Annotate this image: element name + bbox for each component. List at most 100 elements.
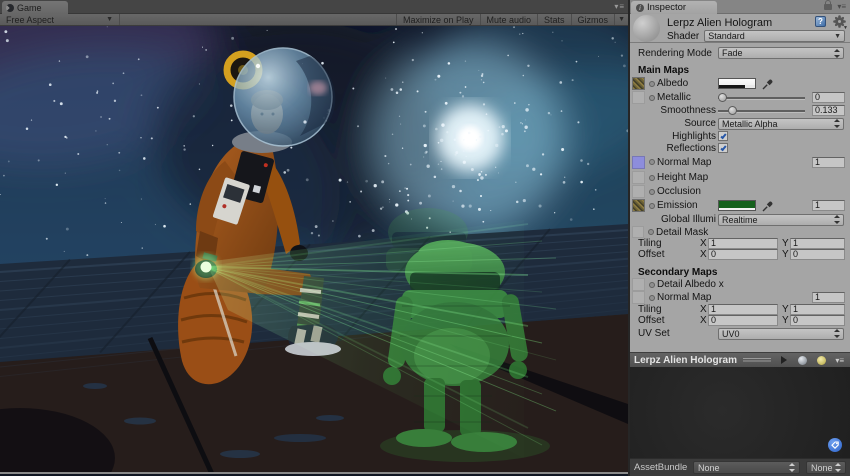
smoothness-row: Smoothness 0.133: [630, 104, 850, 117]
emission-texture-thumb[interactable]: [632, 199, 645, 212]
detail-albedo-label: Detail Albedo x: [657, 279, 724, 290]
inspector-tabstrip: i Inspector ▾≡: [630, 0, 850, 14]
metallic-picker-icon[interactable]: [649, 94, 655, 101]
detail-albedo-picker-icon[interactable]: [649, 281, 655, 288]
axis-x-label: X: [700, 249, 707, 260]
occlusion-row: Occlusion: [630, 185, 850, 198]
reflections-checkbox[interactable]: [718, 143, 728, 153]
highlights-checkbox[interactable]: [718, 131, 728, 141]
secondary-offset-y-field[interactable]: 0: [790, 315, 845, 326]
normal-map-value-field[interactable]: 1: [812, 156, 845, 168]
preview-header[interactable]: Lerpz Alien Hologram ▾≡: [630, 352, 850, 367]
preview-viewport[interactable]: [630, 367, 850, 458]
game-tab-label: Game: [17, 2, 42, 13]
uv-set-value: UV0: [722, 328, 740, 339]
dropdown-arrows-icon: [834, 119, 840, 128]
offset-y-field[interactable]: 0: [790, 249, 845, 260]
eyedropper-icon[interactable]: [762, 200, 774, 212]
emission-color-swatch[interactable]: [718, 200, 756, 211]
secondary-normal-value-field[interactable]: 1: [812, 292, 845, 303]
preview-light-icon[interactable]: [817, 355, 827, 365]
albedo-label: Albedo: [657, 78, 689, 89]
preview-drag-handle[interactable]: [742, 357, 772, 363]
smoothness-slider[interactable]: [718, 105, 805, 117]
preview-play-icon[interactable]: [781, 356, 788, 364]
highlights-row: Highlights: [630, 130, 850, 142]
normal-map-thumb[interactable]: [632, 155, 645, 169]
occlusion-thumb[interactable]: [632, 185, 645, 198]
gizmos-button[interactable]: Gizmos: [570, 14, 615, 25]
rendering-mode-dropdown[interactable]: Fade: [718, 47, 844, 59]
assetbundle-variant-value: None: [811, 462, 833, 473]
metallic-thumb[interactable]: [632, 91, 645, 104]
unity-editor-window: Game ▾≡ Free Aspect ▼ Maximize on Play M…: [0, 0, 850, 476]
metallic-value-field[interactable]: 0: [812, 92, 845, 103]
assetbundle-label: AssetBundle: [634, 462, 688, 473]
secondary-normal-map-label: Normal Map: [657, 292, 712, 303]
tiling-y-field[interactable]: 1: [790, 238, 845, 249]
albedo-texture-thumb[interactable]: [632, 77, 645, 90]
game-toolbar: Free Aspect ▼ Maximize on Play Mute audi…: [0, 14, 628, 26]
assetbundle-dropdown[interactable]: None: [693, 461, 800, 474]
secondary-tiling-y-field[interactable]: 1: [790, 304, 845, 315]
main-maps-header: Main Maps: [630, 64, 850, 76]
main-maps-title: Main Maps: [638, 64, 690, 76]
secondary-normal-map-thumb[interactable]: [632, 291, 645, 304]
albedo-color-swatch[interactable]: [718, 78, 756, 89]
game-window-menu-icon[interactable]: ▾≡: [614, 2, 625, 11]
inspector-panel: i Inspector ▾≡ Lerpz Alien Hologram ? ▼ …: [630, 0, 850, 476]
offset-x-field[interactable]: 0: [708, 249, 778, 260]
smoothness-value-field[interactable]: 0.133: [812, 105, 845, 116]
uv-set-dropdown[interactable]: UV0: [718, 327, 844, 340]
source-label: Source: [684, 118, 716, 129]
lock-icon[interactable]: [824, 0, 833, 10]
aspect-dropdown[interactable]: Free Aspect ▼: [0, 14, 120, 25]
emission-picker-icon[interactable]: [649, 202, 655, 209]
metallic-slider[interactable]: [718, 92, 805, 104]
inspector-menu-icon[interactable]: ▾≡: [837, 2, 846, 11]
stats-button[interactable]: Stats: [537, 14, 571, 25]
detail-mask-thumb[interactable]: [632, 226, 644, 238]
secondary-normal-picker-icon[interactable]: [649, 294, 655, 301]
tiling-x-field[interactable]: 1: [708, 238, 778, 249]
dropdown-arrows-icon: [834, 48, 840, 58]
detail-albedo-thumb[interactable]: [632, 278, 645, 291]
tab-game[interactable]: Game: [2, 1, 68, 14]
global-illumination-value: Realtime: [722, 214, 758, 225]
assetbundle-variant-dropdown[interactable]: None: [806, 461, 846, 474]
material-header: Lerpz Alien Hologram ? ▼ Shader Standard…: [630, 14, 850, 43]
preview-sphere-icon[interactable]: [798, 355, 808, 365]
eyedropper-icon[interactable]: [762, 78, 774, 90]
secondary-tiling-x-field[interactable]: 1: [708, 304, 778, 315]
emission-row: Emission 1: [630, 198, 850, 213]
help-icon[interactable]: ?: [815, 16, 826, 27]
mute-audio-button[interactable]: Mute audio: [479, 14, 538, 25]
material-preview-thumb: [633, 15, 660, 42]
albedo-picker-icon[interactable]: [649, 80, 655, 87]
normal-map-picker-icon[interactable]: [649, 159, 655, 165]
height-map-thumb[interactable]: [632, 171, 645, 184]
main-tiling-row: Tiling X 1 Y 1: [630, 238, 850, 249]
height-map-picker-icon[interactable]: [649, 174, 655, 181]
maximize-on-play-button[interactable]: Maximize on Play: [395, 14, 480, 25]
assetbundle-tag-icon[interactable]: [828, 438, 842, 452]
axis-x-label: X: [700, 315, 707, 326]
dropdown-arrows-icon: [834, 329, 840, 338]
checkmark-icon: [719, 132, 727, 139]
tab-inspector[interactable]: i Inspector: [631, 1, 717, 14]
axis-x-label: X: [700, 238, 707, 249]
metallic-label: Metallic: [657, 92, 691, 103]
gizmos-dropdown-arrow[interactable]: ▼: [614, 14, 628, 25]
shader-value: Standard: [708, 31, 745, 41]
global-illumination-dropdown[interactable]: Realtime: [718, 213, 844, 226]
shader-dropdown[interactable]: Standard ▼: [704, 30, 845, 42]
occlusion-picker-icon[interactable]: [649, 188, 655, 195]
dropdown-arrows-icon: [789, 463, 795, 472]
game-viewport[interactable]: [0, 26, 628, 474]
detail-mask-picker-icon[interactable]: [648, 229, 654, 235]
source-dropdown[interactable]: Metallic Alpha: [718, 117, 844, 130]
secondary-offset-x-field[interactable]: 0: [708, 315, 778, 326]
emission-value-field[interactable]: 1: [812, 200, 845, 211]
preview-menu-icon[interactable]: ▾≡: [835, 356, 844, 365]
checkmark-icon: [719, 144, 727, 151]
